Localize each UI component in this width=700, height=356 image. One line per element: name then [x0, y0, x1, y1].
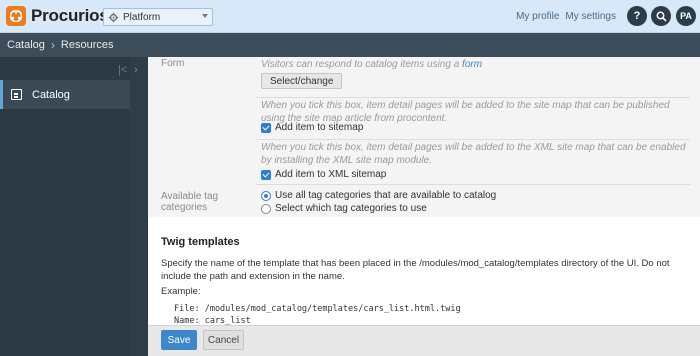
tag-categories-label: Available tag categories: [161, 191, 219, 213]
search-icon: [656, 11, 667, 22]
divider: [256, 139, 690, 140]
checkbox-checked-icon: [261, 169, 271, 180]
logo[interactable]: Procurios: [6, 6, 109, 26]
xml-sitemap-checkbox[interactable]: Add item to XML sitemap: [261, 169, 386, 180]
platform-select[interactable]: Platform: [103, 8, 213, 26]
checkbox-checked-icon: [261, 122, 271, 133]
sidebar-item-label: Catalog: [32, 88, 70, 101]
tag-option-select[interactable]: Select which tag categories to use: [261, 203, 427, 214]
expand-icon[interactable]: ›: [134, 64, 138, 76]
breadcrumb: Catalog › Resources: [0, 33, 700, 57]
form-help-text: Visitors can respond to catalog items us…: [261, 59, 463, 70]
save-button[interactable]: Save: [161, 330, 197, 350]
radio-empty-icon: [261, 203, 271, 214]
twig-description: Specify the name of the template that ha…: [161, 258, 670, 282]
collapse-sidebar-icon[interactable]: |<: [118, 64, 127, 76]
form-link[interactable]: form: [462, 59, 482, 70]
top-bar: Procurios Platform My profile My setting…: [0, 0, 700, 33]
form-footer: Save Cancel: [148, 325, 700, 356]
chevron-right-icon: ›: [50, 38, 55, 52]
catalog-icon: [11, 89, 22, 100]
chevron-down-icon: [202, 14, 208, 18]
form-label: Form: [161, 58, 185, 69]
form-help: Visitors can respond to catalog items us…: [261, 58, 690, 71]
cube-icon: [108, 12, 119, 22]
form-panel: Form Visitors can respond to catalog ite…: [148, 57, 700, 217]
my-profile-link[interactable]: My profile: [516, 11, 559, 22]
twig-example-code: File: /modules/mod_catalog/templates/car…: [174, 304, 461, 326]
logo-text: Procurios: [31, 6, 109, 25]
tag-option-select-label: Select which tag categories to use: [275, 203, 427, 214]
procurios-logo-icon: [6, 6, 26, 26]
divider: [256, 97, 690, 98]
subnav-rail: ›: [130, 57, 148, 356]
sitemap-checkbox[interactable]: Add item to sitemap: [261, 122, 363, 133]
cancel-button[interactable]: Cancel: [203, 330, 244, 350]
divider: [256, 184, 690, 185]
sidebar: |< Catalog: [0, 57, 130, 356]
twig-example-label: Example:: [161, 286, 201, 297]
radio-selected-icon: [261, 190, 271, 201]
top-links: My profile My settings: [516, 11, 616, 22]
help-button[interactable]: ?: [627, 6, 647, 26]
select-change-button[interactable]: Select/change: [261, 73, 343, 89]
search-button[interactable]: [651, 6, 671, 26]
sitemap-checkbox-label: Add item to sitemap: [275, 122, 364, 133]
main-content: Form Visitors can respond to catalog ite…: [148, 57, 700, 326]
platform-select-label: Platform: [123, 11, 161, 23]
my-settings-link[interactable]: My settings: [565, 11, 616, 22]
twig-title: Twig templates: [161, 236, 240, 248]
xml-checkbox-label: Add item to XML sitemap: [275, 169, 387, 180]
tag-option-all[interactable]: Use all tag categories that are availabl…: [261, 190, 496, 201]
breadcrumb-resources: Resources: [60, 39, 114, 51]
twig-templates-section: Twig templates Specify the name of the t…: [148, 217, 700, 326]
avatar-initials: PA: [680, 11, 692, 21]
xml-help: When you tick this box, item detail page…: [261, 142, 686, 166]
breadcrumb-catalog[interactable]: Catalog: [7, 39, 45, 51]
avatar[interactable]: PA: [676, 6, 696, 26]
sidebar-item-catalog[interactable]: Catalog: [0, 80, 130, 109]
tag-option-all-label: Use all tag categories that are availabl…: [275, 190, 497, 201]
help-icon: ?: [633, 10, 641, 22]
